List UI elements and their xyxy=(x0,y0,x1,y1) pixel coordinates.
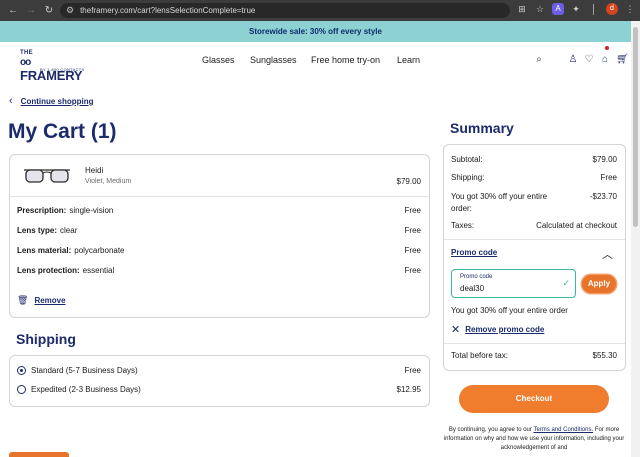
taxes-row: Taxes: Calculated at checkout xyxy=(451,221,617,230)
bookmark-star-icon[interactable]: ☆ xyxy=(534,4,546,15)
subtotal-row: Subtotal: $79.00 xyxy=(451,155,617,164)
checkout-button[interactable]: Checkout xyxy=(459,385,609,413)
scrollbar-thumb[interactable] xyxy=(633,27,638,227)
extensions-puzzle-icon[interactable]: ✦ xyxy=(570,4,582,15)
chat-button-partial[interactable] xyxy=(9,452,69,457)
continue-shopping-link[interactable]: ‹ Continue shopping xyxy=(9,95,94,107)
nav-free-home-try-on[interactable]: Free home try-on xyxy=(311,55,380,65)
menu-kebab-icon[interactable]: ⋮ xyxy=(624,4,636,15)
page-scrollbar[interactable] xyxy=(631,21,640,457)
promo-field-value: deal30 xyxy=(460,284,485,293)
divider xyxy=(444,343,625,344)
line-lens-type: Lens type: clear Free xyxy=(17,226,421,235)
close-icon: ✕ xyxy=(451,324,461,336)
url-text: theframery.com/cart?lensSelectionComplet… xyxy=(80,6,256,15)
checkmark-icon: ✓ xyxy=(562,278,570,288)
product-variant: Violet, Medium xyxy=(85,178,132,185)
promo-code-toggle[interactable]: Promo code xyxy=(451,248,497,257)
radio-selected[interactable] xyxy=(17,366,26,375)
nav-learn[interactable]: Learn xyxy=(397,55,420,65)
back-icon[interactable]: ← xyxy=(4,5,22,16)
shipping-row: Shipping: Free xyxy=(451,173,617,182)
divider xyxy=(10,196,429,197)
promo-code-input[interactable]: Promo code deal30 ✓ xyxy=(451,269,576,298)
reload-icon[interactable]: ↻ xyxy=(40,5,58,16)
forward-icon[interactable]: → xyxy=(22,5,40,16)
extension-icon[interactable]: A xyxy=(552,3,564,15)
shipping-option-expedited[interactable]: Expedited (2-3 Business Days) $12.95 xyxy=(17,384,421,396)
logo-sub-text: BY 1-800 CONTACTS xyxy=(40,67,85,72)
home-icon[interactable]: ⌂ xyxy=(600,54,610,65)
divider xyxy=(444,239,625,240)
site-info-icon[interactable]: ⚙ xyxy=(66,5,74,16)
favorites-heart-icon[interactable]: ♡ xyxy=(584,54,594,65)
promo-field-label: Promo code xyxy=(460,274,493,280)
apply-button[interactable]: Apply xyxy=(582,275,616,293)
cart-title: My Cart (1) xyxy=(8,120,117,143)
remove-label: Remove xyxy=(34,296,66,305)
line-lens-protection: Lens protection: essential Free xyxy=(17,266,421,275)
nav-sunglasses[interactable]: Sunglasses xyxy=(250,55,297,65)
cart-icon[interactable]: 🛒︎ xyxy=(616,54,629,65)
cart-badge-dot xyxy=(605,46,609,50)
address-bar[interactable]: ⚙ theframery.com/cart?lensSelectionCompl… xyxy=(60,3,510,18)
remove-promo-button[interactable]: ✕ Remove promo code xyxy=(451,323,544,336)
product-name[interactable]: Heidi xyxy=(85,166,103,175)
line-lens-material: Lens material: polycarbonate Free xyxy=(17,246,421,255)
nav-glasses[interactable]: Glasses xyxy=(202,55,235,65)
radio-unselected[interactable] xyxy=(17,385,26,394)
shipping-card xyxy=(9,355,430,407)
shipping-title: Shipping xyxy=(16,331,76,347)
glasses-thumbnail[interactable] xyxy=(22,166,72,186)
translate-icon[interactable]: ⊞ xyxy=(516,4,528,15)
terms-link[interactable]: Terms and Conditions. xyxy=(533,427,593,433)
discount-row: You got 30% off your entire order: -$23.7… xyxy=(451,192,617,213)
promo-banner[interactable]: Storewide sale: 30% off every style xyxy=(0,21,631,42)
profile-avatar[interactable]: d xyxy=(606,3,618,15)
chevron-up-icon[interactable]: ︿ xyxy=(602,246,613,262)
divider-icon: │ xyxy=(591,4,597,14)
remove-item-button[interactable]: 🗑︎ Remove xyxy=(17,295,66,306)
total-row: Total before tax: $55.30 xyxy=(451,351,617,360)
search-icon[interactable]: ⌕ xyxy=(534,54,544,65)
chevron-left-icon: ‹ xyxy=(9,95,13,107)
continue-shopping-label: Continue shopping xyxy=(20,96,94,106)
account-icon[interactable]: ♙ xyxy=(568,54,578,65)
remove-promo-label: Remove promo code xyxy=(465,325,545,334)
product-price: $79.00 xyxy=(396,177,421,186)
summary-title: Summary xyxy=(450,120,514,136)
trash-icon: 🗑︎ xyxy=(17,295,29,305)
shipping-option-standard[interactable]: Standard (5-7 Business Days) Free xyxy=(17,365,421,377)
browser-toolbar: ← → ↻ ⚙ theframery.com/cart?lensSelectio… xyxy=(0,0,640,21)
promo-success-message: You got 30% off your entire order xyxy=(451,306,568,315)
checkout-disclaimer: By continuing, you agree to our Terms an… xyxy=(443,427,625,451)
line-prescription: Prescription: single-vision Free xyxy=(17,206,421,215)
